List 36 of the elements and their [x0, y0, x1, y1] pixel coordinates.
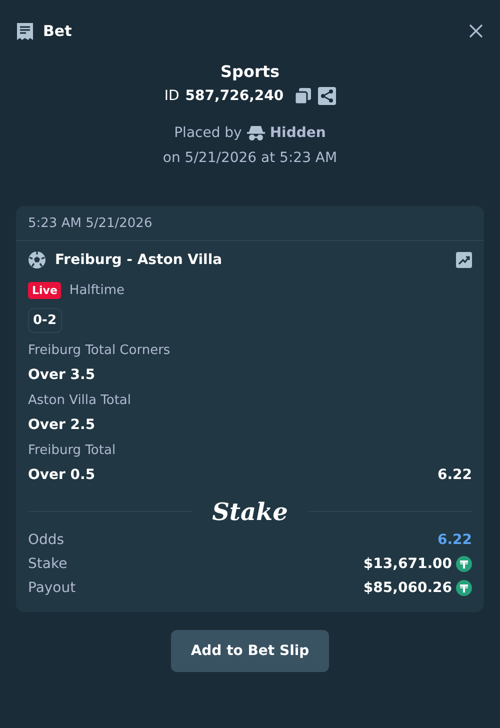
odds-value: 6.22 [437, 532, 472, 548]
market-name: Freiburg Total Corners [28, 343, 172, 358]
summary-label: Stake [28, 556, 68, 572]
market-name: Aston Villa Total [28, 393, 132, 408]
placed-by-label: Placed by [174, 125, 242, 141]
placed-date: on 5/21/2026 at 5:23 AM [162, 150, 338, 166]
id-label: ID [164, 88, 180, 104]
share-icon[interactable] [318, 87, 336, 105]
panel-title: Bet [43, 22, 72, 40]
soccer-ball-icon [28, 251, 46, 269]
incognito-icon [246, 125, 265, 141]
match-score: 0-2 [28, 308, 62, 333]
receipt-icon [16, 22, 34, 40]
summary-label: Payout [28, 580, 76, 596]
username: Hidden [270, 125, 326, 141]
close-button[interactable] [468, 23, 484, 39]
card-timestamp: 5:23 AM 5/21/2026 [16, 206, 484, 241]
amount-value: $85,060.26 [363, 580, 452, 596]
selection: Over 3.5 [28, 367, 96, 383]
amount-value: $13,671.00 [363, 556, 452, 572]
selection: Over 2.5 [28, 417, 96, 433]
brand-logo: Stake [211, 497, 289, 526]
copy-icon[interactable] [294, 87, 312, 105]
add-to-bet-slip-button[interactable]: Add to Bet Slip [170, 630, 330, 672]
bet-id: 587,726,240 [185, 88, 284, 104]
stats-chart-icon[interactable] [456, 252, 472, 268]
summary-label: Odds [28, 532, 64, 548]
coin-icon [456, 556, 472, 572]
match-status: Halftime [69, 283, 124, 298]
leg-odds: 6.22 [437, 467, 472, 483]
market-name: Freiburg Total [28, 443, 117, 458]
coin-icon [456, 580, 472, 596]
match-title: Freiburg - Aston Villa [55, 252, 222, 268]
selection: Over 0.5 [28, 467, 96, 483]
live-badge: Live [28, 282, 62, 299]
bet-category: Sports [220, 62, 280, 81]
